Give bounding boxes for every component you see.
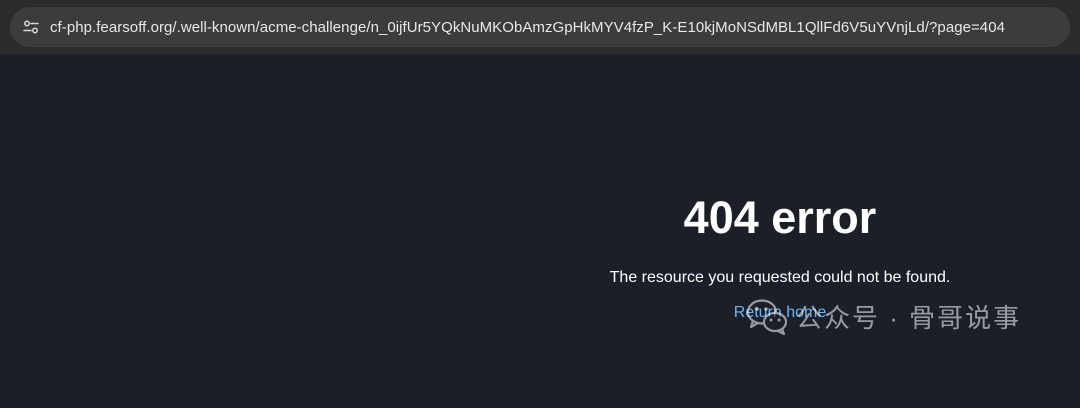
page-content: 404 error The resource you requested cou…: [0, 54, 1080, 408]
url-text[interactable]: cf-php.fearsoff.org/.well-known/acme-cha…: [50, 19, 1005, 36]
error-message: The resource you requested could not be …: [609, 269, 951, 286]
watermark-text: 公众号 · 骨哥说事: [796, 302, 1022, 333]
wechat-icon: [746, 299, 788, 336]
tune-icon[interactable]: [22, 18, 40, 36]
error-title: 404 error: [683, 192, 877, 243]
address-bar[interactable]: cf-php.fearsoff.org/.well-known/acme-cha…: [10, 7, 1070, 47]
watermark: 公众号 · 骨哥说事: [744, 296, 1021, 336]
browser-toolbar: cf-php.fearsoff.org/.well-known/acme-cha…: [0, 0, 1080, 54]
